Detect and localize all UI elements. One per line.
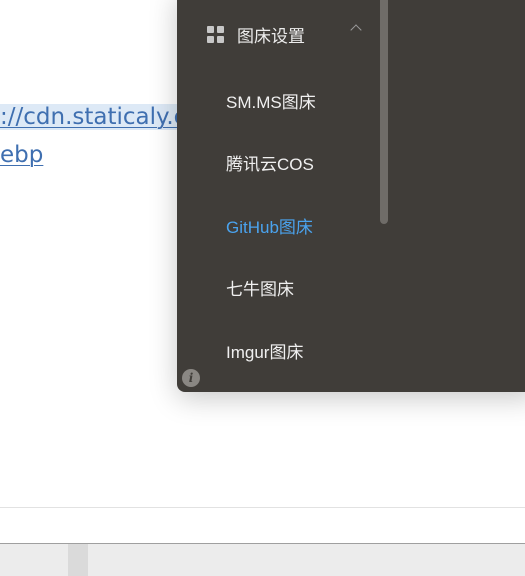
info-icon[interactable]: i [182, 369, 200, 387]
menu-item-github[interactable]: GitHub图床 [226, 213, 313, 238]
editor-bottom-divider [0, 507, 525, 508]
settings-sidebar-menu: 图床设置 SM.MS图床 腾讯云COS GitHub图床 七牛图床 Imgur图… [177, 0, 525, 392]
menu-item-smms[interactable]: SM.MS图床 [226, 88, 316, 113]
status-strip [0, 543, 525, 576]
menu-item-qiniu[interactable]: 七牛图床 [226, 275, 294, 300]
selected-link-text[interactable]: ://cdn.staticaly.co [0, 104, 207, 130]
status-strip-column [68, 544, 88, 576]
menu-item-imgur[interactable]: Imgur图床 [226, 338, 303, 363]
grid-icon [207, 25, 224, 43]
image-host-settings-title: 图床设置 [237, 26, 305, 46]
app-window: ://cdn.staticaly.co ebp 图床设置 SM.MS图床 腾讯云… [0, 0, 525, 576]
menu-item-tencent-cos[interactable]: 腾讯云COS [226, 150, 314, 175]
image-host-settings-header[interactable]: 图床设置 [207, 22, 367, 46]
menu-scrollbar-thumb[interactable] [380, 0, 388, 224]
link-text-continuation[interactable]: ebp [0, 142, 43, 168]
